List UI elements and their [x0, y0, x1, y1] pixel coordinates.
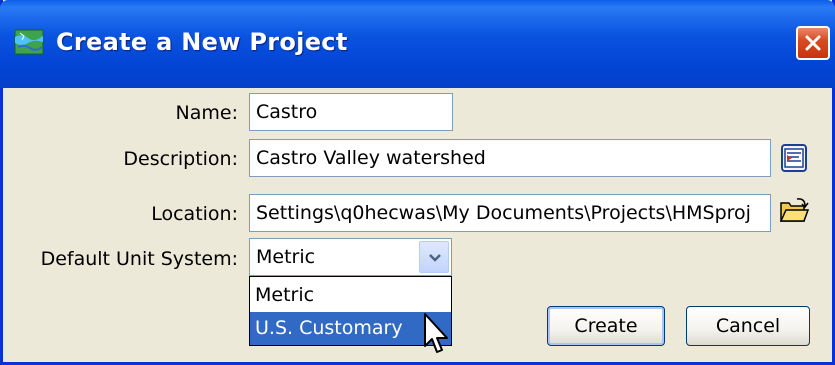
name-label: Name: [175, 102, 238, 124]
unit-system-select[interactable]: Metric [249, 238, 452, 276]
option-metric[interactable]: Metric [250, 279, 451, 312]
project-map-icon [14, 29, 44, 55]
cancel-button[interactable]: Cancel [686, 306, 810, 346]
close-icon [805, 35, 821, 51]
location-field[interactable]: Settings\q0hecwas\My Documents\Projects\… [249, 194, 771, 232]
unit-system-value: Metric [256, 246, 316, 268]
description-field[interactable]: Castro Valley watershed [249, 139, 771, 177]
text-editor-icon[interactable] [781, 144, 807, 172]
option-us-customary[interactable]: U.S. Customary [250, 312, 451, 345]
folder-open-icon[interactable] [779, 196, 809, 224]
location-label: Location: [151, 203, 238, 225]
close-button[interactable] [796, 26, 830, 60]
mouse-pointer-icon [424, 313, 448, 353]
dropdown-arrow-button[interactable] [419, 241, 449, 273]
title-bar[interactable]: Create a New Project [0, 0, 835, 88]
create-project-dialog: Create a New Project Name: Castro Descri… [0, 0, 835, 365]
chevron-down-icon [429, 254, 441, 262]
create-button[interactable]: Create [547, 306, 665, 346]
dialog-title: Create a New Project [56, 28, 348, 56]
unit-system-label: Default Unit System: [40, 248, 238, 270]
unit-system-options: Metric U.S. Customary [249, 276, 452, 346]
description-label: Description: [123, 148, 238, 170]
name-field[interactable]: Castro [249, 93, 453, 131]
